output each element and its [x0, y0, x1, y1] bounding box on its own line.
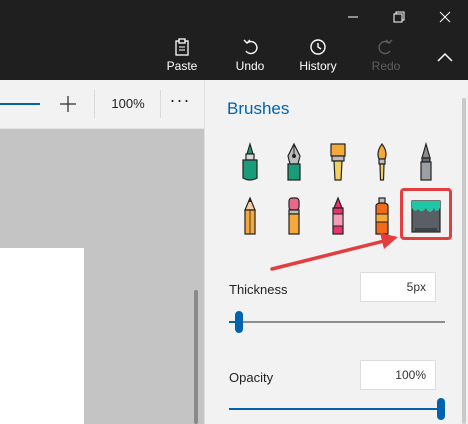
redo-button[interactable]: Redo	[360, 38, 412, 78]
opacity-slider-thumb[interactable]	[437, 398, 445, 420]
chevron-up-icon	[437, 52, 453, 62]
opacity-slider-fill	[229, 408, 441, 410]
undo-icon	[243, 39, 258, 55]
history-label: History	[299, 59, 337, 73]
divider	[160, 90, 161, 118]
crayon-icon	[332, 196, 344, 235]
flat-brush-icon	[330, 143, 346, 181]
restore-icon	[393, 11, 405, 23]
zoom-toolbar: 100% ···	[0, 80, 204, 129]
brush-eraser[interactable]	[274, 194, 314, 238]
restore-button[interactable]	[384, 6, 414, 28]
undo-button[interactable]: Undo	[224, 38, 276, 78]
zoom-slider[interactable]	[0, 103, 40, 105]
thickness-value-field[interactable]: 5px	[360, 272, 436, 302]
more-options-button[interactable]: ···	[166, 90, 194, 118]
brush-marker[interactable]	[230, 140, 270, 184]
opacity-value-field[interactable]: 100%	[360, 360, 436, 390]
minimize-button[interactable]	[338, 6, 368, 28]
collapse-ribbon-button[interactable]	[430, 46, 460, 68]
zoom-value[interactable]: 100%	[104, 96, 152, 111]
marker-icon	[242, 142, 258, 181]
eraser-icon	[288, 197, 300, 235]
minimize-icon	[348, 16, 358, 18]
canvas-page[interactable]	[0, 248, 84, 424]
redo-label: Redo	[371, 59, 401, 73]
brush-technical-pen[interactable]	[406, 140, 446, 184]
oil-brush-icon	[377, 142, 387, 181]
panel-title: Brushes	[227, 99, 290, 118]
calligraphy-pen-icon	[287, 142, 301, 181]
paste-icon	[175, 38, 189, 56]
zoom-in-icon[interactable]	[56, 92, 80, 116]
selected-brush-highlight	[400, 188, 452, 240]
redo-icon	[378, 39, 393, 55]
brush-pencil[interactable]	[230, 194, 270, 238]
canvas-area[interactable]	[0, 129, 204, 424]
opacity-label: Opacity	[229, 370, 274, 385]
history-icon	[310, 39, 326, 55]
canvas-scrollbar[interactable]	[194, 290, 198, 424]
history-button[interactable]: History	[292, 38, 344, 78]
brush-oil[interactable]	[362, 140, 402, 184]
technical-pen-icon	[420, 142, 432, 181]
spray-can-icon	[375, 197, 389, 235]
paste-label: Paste	[166, 59, 198, 73]
paste-button[interactable]: Paste	[156, 38, 208, 78]
undo-label: Undo	[235, 59, 265, 73]
close-button[interactable]	[430, 6, 460, 28]
thickness-slider-thumb[interactable]	[235, 311, 244, 333]
close-icon	[439, 11, 451, 23]
brush-calligraphy-pen[interactable]	[274, 140, 314, 184]
title-bar: Paste Undo History Redo	[0, 0, 468, 80]
brush-flat[interactable]	[318, 140, 358, 184]
thickness-label: Thickness	[229, 282, 288, 297]
thickness-slider-track[interactable]	[229, 321, 445, 323]
divider	[94, 90, 95, 118]
brush-spray-can[interactable]	[362, 194, 402, 238]
panel-scrollbar[interactable]	[462, 98, 466, 424]
pencil-icon	[244, 196, 256, 235]
brushes-panel: Brushes Thickness 5px Opacity 100%	[204, 80, 468, 424]
brush-crayon[interactable]	[318, 194, 358, 238]
